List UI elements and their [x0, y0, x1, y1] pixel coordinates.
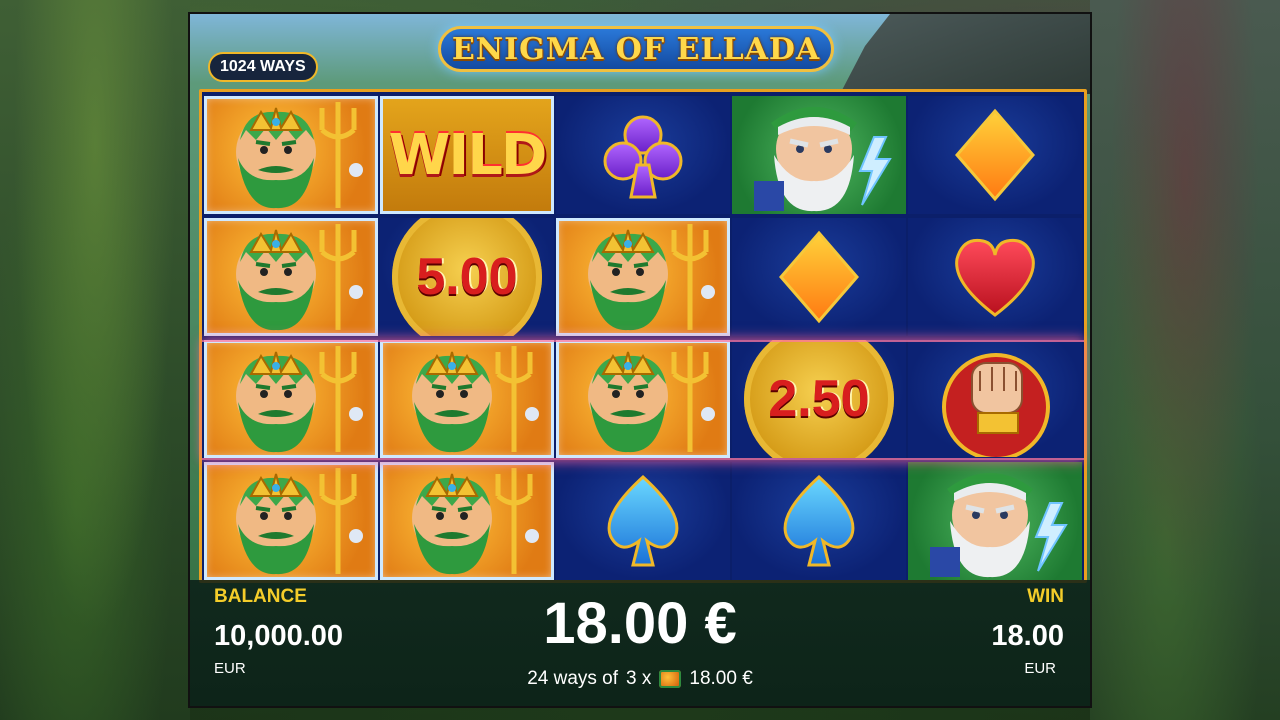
ways-multiplier: 3 x — [626, 668, 652, 689]
reel-cell-poseidon — [204, 462, 378, 580]
poseidon-mini-icon — [659, 670, 682, 688]
reel-cell-zeus — [908, 462, 1082, 580]
reel-cell-coin: 5.00 — [380, 218, 554, 336]
ways-amount: 18.00 € — [689, 668, 753, 689]
win-value: 18.00 — [991, 620, 1064, 652]
poseidon-icon — [392, 466, 542, 576]
club-icon — [593, 105, 693, 205]
spade-icon — [769, 471, 869, 571]
fist-icon — [920, 341, 1070, 457]
win-currency: EUR — [1024, 660, 1056, 677]
reel-cell-fist — [908, 340, 1082, 458]
poseidon-icon — [216, 466, 366, 576]
reel-cell-club — [556, 96, 730, 214]
zeus-icon — [910, 463, 1080, 579]
reel-cell-wild: WILD — [380, 96, 554, 214]
zeus-icon — [734, 97, 904, 213]
win-breakdown: 24 ways of 3 x 18.00 € — [190, 668, 1090, 690]
spade-icon — [593, 471, 693, 571]
heart-icon — [945, 227, 1045, 327]
total-win-display: 18.00 € — [543, 591, 737, 656]
reel-cell-diamond — [908, 96, 1082, 214]
diamond-icon — [945, 105, 1045, 205]
reel-cell-poseidon — [204, 340, 378, 458]
reel-cell-poseidon — [556, 340, 730, 458]
slot-game-frame: ENIGMA OF ELLADA 1024 WAYS WILD 5.00 2.5… — [190, 14, 1090, 706]
reel-cell-poseidon — [556, 218, 730, 336]
win-label: WIN — [1027, 586, 1064, 607]
coin-icon: 2.50 — [744, 340, 894, 458]
reel-cell-poseidon — [204, 218, 378, 336]
diamond-icon — [769, 227, 869, 327]
reel-grid[interactable]: WILD 5.00 2.50 — [199, 89, 1087, 583]
game-title: ENIGMA OF ELLADA — [451, 31, 821, 67]
ways-prefix: 24 ways of — [527, 668, 619, 689]
coin-icon: 5.00 — [392, 218, 542, 336]
reel-cell-zeus — [732, 96, 906, 214]
background-rocks — [840, 14, 1090, 94]
reel-cell-heart — [908, 218, 1082, 336]
reel-cell-diamond — [732, 218, 906, 336]
poseidon-icon — [568, 344, 718, 454]
reel-cell-poseidon — [380, 340, 554, 458]
poseidon-icon — [392, 344, 542, 454]
poseidon-icon — [216, 100, 366, 210]
reel-cell-spade — [732, 462, 906, 580]
reel-cell-coin: 2.50 — [732, 340, 906, 458]
bottom-bar: BALANCE 10,000.00 EUR 18.00 € 24 ways of… — [190, 580, 1090, 706]
poseidon-icon — [568, 222, 718, 332]
background-right — [1090, 0, 1280, 720]
reel-cell-poseidon — [204, 96, 378, 214]
wild-icon: WILD — [388, 122, 548, 188]
poseidon-icon — [216, 222, 366, 332]
ways-badge: 1024 WAYS — [208, 52, 318, 82]
reel-cell-poseidon — [380, 462, 554, 580]
background-left — [0, 0, 190, 720]
game-logo: ENIGMA OF ELLADA — [426, 20, 846, 78]
reel-cell-spade — [556, 462, 730, 580]
poseidon-icon — [216, 344, 366, 454]
